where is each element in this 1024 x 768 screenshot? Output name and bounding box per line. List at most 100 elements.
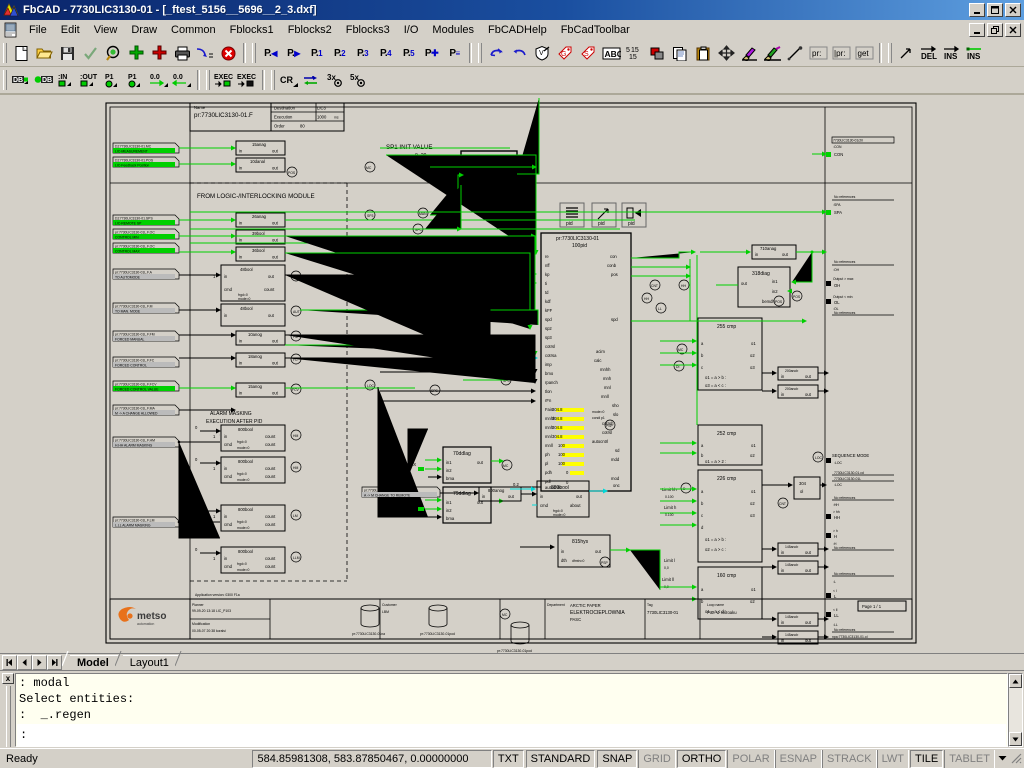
tag-v-button[interactable]: V <box>531 42 554 64</box>
set-prop-button[interactable]: pr: <box>807 42 830 64</box>
page-3-button[interactable]: P.3 <box>351 42 374 64</box>
scroll-down-icon[interactable] <box>1009 732 1022 746</box>
get-prop-button[interactable]: |pr: <box>830 42 853 64</box>
page-2-button[interactable]: P.2 <box>328 42 351 64</box>
page-list-button[interactable]: P≡ <box>443 42 466 64</box>
toggle-standard[interactable]: STANDARD <box>525 749 596 768</box>
menu-modules[interactable]: Modules <box>425 22 481 38</box>
chevron-down-icon[interactable] <box>995 754 1009 763</box>
close-icon[interactable]: x <box>2 673 14 684</box>
command-history[interactable]: : modal Select entities: : _.regen : <box>15 673 1008 747</box>
document-icon[interactable] <box>3 22 19 38</box>
prev-tab-icon[interactable] <box>17 655 32 670</box>
const-left-button[interactable]: 0.0 <box>171 69 194 91</box>
mdi-minimize-button[interactable] <box>969 22 985 37</box>
menu-common[interactable]: Common <box>164 22 223 38</box>
toggle-snap[interactable]: SNAP <box>597 749 638 768</box>
menu-fblocks1[interactable]: Fblocks1 <box>223 22 281 38</box>
toggle-polar[interactable]: POLAR <box>727 749 775 768</box>
next-tab-icon[interactable] <box>32 655 47 670</box>
menu-fblocks3[interactable]: Fblocks3 <box>339 22 397 38</box>
menu-view[interactable]: View <box>87 22 125 38</box>
page-5-button[interactable]: P.5 <box>397 42 420 64</box>
paste-button[interactable] <box>692 42 715 64</box>
link-button[interactable] <box>194 42 217 64</box>
line-button[interactable] <box>784 42 807 64</box>
draw-block-2-button[interactable]: DB <box>33 69 56 91</box>
match-prop-button[interactable] <box>738 42 761 64</box>
swap-button[interactable] <box>301 69 324 91</box>
arrow-tool-button[interactable] <box>895 42 918 64</box>
cad-drawing[interactable]: .bk{stroke:#000;stroke-width:.8;fill:non… <box>0 95 1024 653</box>
zoom-button[interactable] <box>102 42 125 64</box>
undo-button[interactable] <box>485 42 508 64</box>
param1-button[interactable]: P1 <box>102 69 125 91</box>
coordinate-readout[interactable]: 584.85981308, 583.87850467, 0.00000000 <box>252 749 492 768</box>
toggle-tile[interactable]: TILE <box>910 749 944 768</box>
get-button[interactable]: get <box>853 42 876 64</box>
drawing-area[interactable]: .bk{stroke:#000;stroke-width:.8;fill:non… <box>0 95 1024 653</box>
menu-draw[interactable]: Draw <box>124 22 164 38</box>
move-button[interactable] <box>715 42 738 64</box>
three-x-button[interactable]: 3x <box>324 69 347 91</box>
new-file-button[interactable] <box>10 42 33 64</box>
param1b-button[interactable]: P1 <box>125 69 148 91</box>
page-4-button[interactable]: P.4 <box>374 42 397 64</box>
toolbar-grip-2[interactable] <box>252 43 256 63</box>
redo-button[interactable] <box>508 42 531 64</box>
add-green-button[interactable] <box>125 42 148 64</box>
match-prop2-button[interactable] <box>761 42 784 64</box>
first-tab-icon[interactable] <box>2 655 17 670</box>
delete-button[interactable] <box>217 42 240 64</box>
mdi-restore-button[interactable] <box>987 22 1003 37</box>
menu-fbcadtoolbar[interactable]: FbCadToolbar <box>554 22 637 38</box>
toggle-tablet[interactable]: TABLET <box>944 749 995 768</box>
tag-s-button[interactable]: S <box>577 42 600 64</box>
toolbar2-grip-2[interactable] <box>206 70 210 90</box>
text-abc-button[interactable]: ABC <box>600 42 623 64</box>
last-tab-icon[interactable] <box>47 655 62 670</box>
command-scrollbar[interactable] <box>1008 673 1023 747</box>
toolbar-grip[interactable] <box>3 43 7 63</box>
const-right-button[interactable]: 0.0 <box>148 69 171 91</box>
mdi-close-button[interactable] <box>1005 22 1021 37</box>
cross-ref-button[interactable]: CR <box>278 69 301 91</box>
tag-g-button[interactable]: G <box>554 42 577 64</box>
minimize-button[interactable] <box>969 3 985 17</box>
maximize-button[interactable] <box>987 3 1003 17</box>
copy-button[interactable] <box>669 42 692 64</box>
remove-red-button[interactable] <box>148 42 171 64</box>
insert-node-button[interactable]: INS <box>964 42 987 64</box>
command-input-area[interactable] <box>17 724 1006 746</box>
menu-edit[interactable]: Edit <box>54 22 87 38</box>
page-next-button[interactable]: P.▶ <box>282 42 305 64</box>
exec-in-button[interactable]: EXEC <box>213 69 236 91</box>
toolbar-grip-3[interactable] <box>478 43 482 63</box>
exec-out-button[interactable]: EXEC <box>236 69 259 91</box>
command-window-grip[interactable] <box>5 686 11 747</box>
check-button[interactable] <box>79 42 102 64</box>
toolbar2-grip-3[interactable] <box>271 70 275 90</box>
page-add-button[interactable]: P✚ <box>420 42 443 64</box>
scroll-up-icon[interactable] <box>1009 674 1022 688</box>
resize-grip-icon[interactable] <box>1009 751 1024 767</box>
tab-layout1[interactable]: Layout1 <box>122 655 178 670</box>
page-prev-button[interactable]: P.◀ <box>259 42 282 64</box>
scroll-track[interactable] <box>1009 688 1022 732</box>
toggle-txt[interactable]: TXT <box>492 749 524 768</box>
toggle-lwt[interactable]: LWT <box>876 749 909 768</box>
insert-vertex-button[interactable]: INS <box>941 42 964 64</box>
bring-front-button[interactable] <box>646 42 669 64</box>
page-1-button[interactable]: P.1 <box>305 42 328 64</box>
close-button[interactable] <box>1005 3 1021 17</box>
toggle-strack[interactable]: STRACK <box>821 749 877 768</box>
input-button[interactable]: :IN <box>56 69 79 91</box>
output-button[interactable]: :OUT <box>79 69 102 91</box>
tab-model[interactable]: Model <box>70 655 118 670</box>
menu-fblocks2[interactable]: Fblocks2 <box>281 22 339 38</box>
toolbar-grip-4[interactable] <box>888 43 892 63</box>
toolbar2-grip[interactable] <box>3 70 7 90</box>
menu-file[interactable]: File <box>22 22 54 38</box>
five-x-button[interactable]: 5x <box>347 69 370 91</box>
save-button[interactable] <box>56 42 79 64</box>
